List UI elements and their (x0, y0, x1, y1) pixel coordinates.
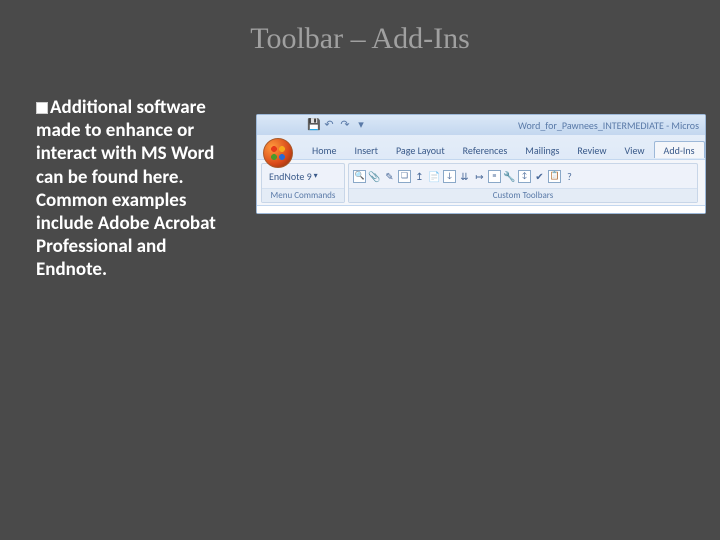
toolbar-icon-4[interactable]: ❏ (398, 170, 411, 183)
toolbar-icon-2[interactable]: 📎 (368, 170, 381, 183)
tab-mailings[interactable]: Mailings (516, 142, 568, 158)
bullet-square-icon (36, 102, 48, 114)
ribbon-tab-row: Home Insert Page Layout References Maili… (257, 135, 705, 159)
toolbar-icon-5[interactable]: ↥ (413, 170, 426, 183)
ribbon-body: EndNote 9 ▾ Menu Commands 🔍 📎 ✎ ❏ ↥ 📄 (257, 159, 705, 205)
toolbar-icon-6[interactable]: 📄 (428, 170, 441, 183)
toolbar-icon-14[interactable]: 📋 (548, 170, 561, 183)
group-label-menu: Menu Commands (262, 188, 344, 202)
group-label-custom: Custom Toolbars (349, 188, 697, 202)
toolbar-icon-7[interactable]: ↓ (443, 170, 456, 183)
endnote-menu[interactable]: EndNote 9 ▾ (266, 170, 321, 183)
tab-insert[interactable]: Insert (345, 142, 387, 158)
toolbar-icon-10[interactable]: ≡ (488, 170, 501, 183)
group-menu-commands: EndNote 9 ▾ Menu Commands (261, 163, 345, 203)
tab-references[interactable]: References (454, 142, 517, 158)
redo-icon[interactable]: ↷ (339, 119, 351, 131)
ruler (257, 205, 705, 213)
word-titlebar: 💾 ↶ ↷ ▾ Word_for_Pawnees_INTERMEDIATE - … (257, 115, 705, 135)
undo-icon[interactable]: ↶ (323, 119, 335, 131)
endnote-label: EndNote 9 (269, 170, 312, 183)
save-icon[interactable]: 💾 (307, 119, 319, 131)
slide-content: Additional software made to enhance or i… (0, 56, 720, 281)
toolbar-icon-11[interactable]: 🔧 (503, 170, 516, 183)
toolbar-icon-8[interactable]: ⇊ (458, 170, 471, 183)
tab-page-layout[interactable]: Page Layout (387, 142, 454, 158)
toolbar-icon-3[interactable]: ✎ (383, 170, 396, 183)
bullet-paragraph: Additional software made to enhance or i… (36, 96, 216, 281)
document-title: Word_for_Pawnees_INTERMEDIATE - Micros (518, 119, 699, 132)
quick-access-toolbar: 💾 ↶ ↷ ▾ (307, 119, 367, 131)
tab-view[interactable]: View (615, 142, 653, 158)
slide-title: Toolbar – Add-Ins (0, 0, 720, 56)
toolbar-icon-15[interactable]: ? (563, 170, 576, 183)
bullet-text: Additional software made to enhance or i… (36, 96, 216, 281)
qat-more-icon[interactable]: ▾ (355, 119, 367, 131)
toolbar-icon-13[interactable]: ✔ (533, 170, 546, 183)
toolbar-icon-9[interactable]: ↦ (473, 170, 486, 183)
tab-review[interactable]: Review (568, 142, 615, 158)
dropdown-icon: ▾ (314, 171, 318, 181)
tab-home[interactable]: Home (303, 142, 345, 158)
tab-add-ins[interactable]: Add-Ins (654, 141, 705, 158)
group-custom-toolbars: 🔍 📎 ✎ ❏ ↥ 📄 ↓ ⇊ ↦ ≡ 🔧 ↕ ✔ 📋 (348, 163, 698, 203)
toolbar-icon-12[interactable]: ↕ (518, 170, 531, 183)
toolbar-icon-1[interactable]: 🔍 (353, 170, 366, 183)
ribbon-tabs: Home Insert Page Layout References Maili… (299, 138, 711, 158)
word-window: 💾 ↶ ↷ ▾ Word_for_Pawnees_INTERMEDIATE - … (256, 114, 706, 214)
office-button[interactable] (263, 138, 293, 168)
screenshot-area: 💾 ↶ ↷ ▾ Word_for_Pawnees_INTERMEDIATE - … (216, 96, 706, 281)
